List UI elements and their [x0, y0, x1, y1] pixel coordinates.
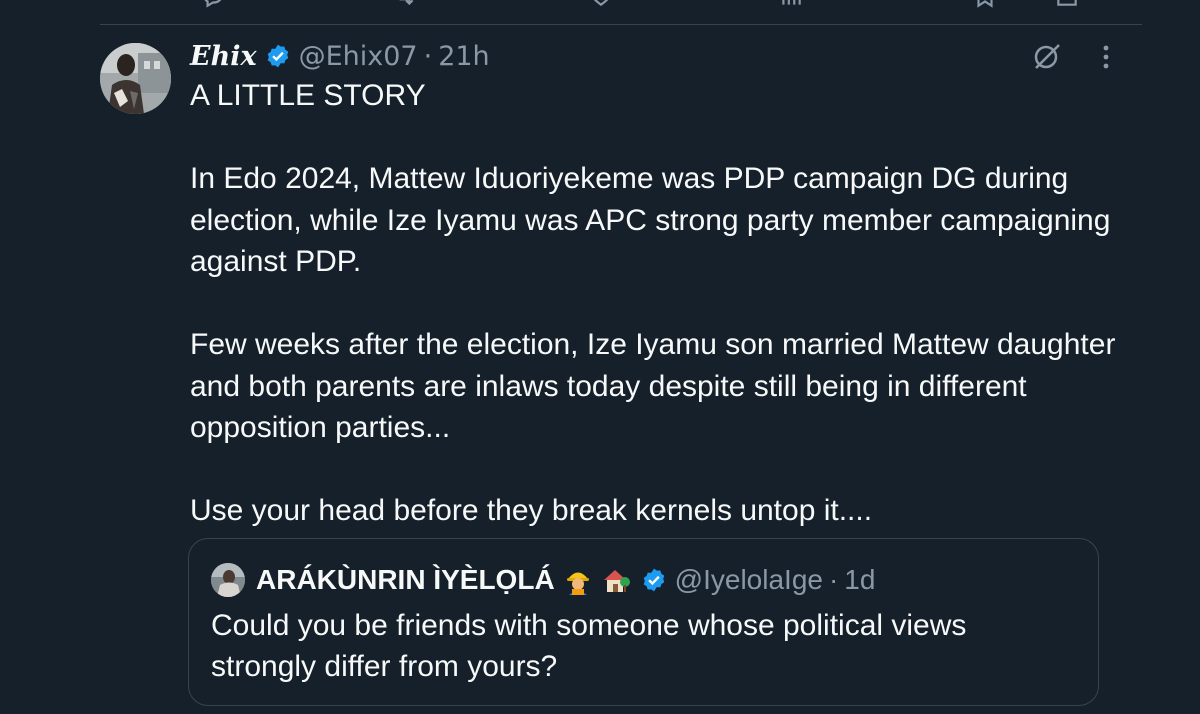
quoted-handle-and-time: @IyelolaIge · 1d: [675, 564, 876, 596]
heart-icon: [593, 0, 609, 6]
timestamp[interactable]: 21h: [438, 41, 489, 72]
tweet-text: A LITTLE STORY In Edo 2024, Mattew Iduor…: [190, 75, 1140, 532]
reply-icon: [204, 0, 222, 8]
like-button[interactable]: [588, 0, 614, 6]
repost-icon: [399, 0, 414, 6]
tweet-paragraph: In Edo 2024, Mattew Iduoriyekeme was PDP…: [190, 162, 1111, 278]
share-button[interactable]: [1054, 0, 1080, 6]
previous-tweet-action-bar: [0, 0, 1200, 24]
views-icon: [782, 0, 801, 5]
quoted-avatar: [211, 563, 245, 597]
separator-dot: ·: [828, 564, 839, 595]
quoted-tweet-card[interactable]: ARÁKÙNRIN ÌYÈLỌLÁ @IyelolaIge · 1d Could…: [188, 538, 1099, 706]
reply-button[interactable]: [200, 0, 226, 8]
verified-badge-icon: [643, 568, 664, 592]
handle[interactable]: @Ehix07: [299, 41, 418, 72]
views-button[interactable]: [778, 0, 804, 6]
quoted-tweet-text: Could you be friends with someone whose …: [211, 609, 967, 683]
tweet-paragraph: A LITTLE STORY: [190, 79, 426, 112]
display-name[interactable]: Ehix: [190, 41, 257, 72]
grok-icon[interactable]: [1031, 40, 1063, 72]
construction-worker-emoji: [566, 572, 589, 595]
avatar[interactable]: [100, 43, 171, 114]
house-with-garden-emoji: [603, 570, 630, 592]
quoted-handle: @IyelolaIge: [674, 564, 823, 595]
quoted-avatar-photo: [211, 563, 245, 597]
quoted-display-name: ARÁKÙNRIN ÌYÈLỌLÁ: [256, 564, 555, 595]
quoted-timestamp: 1d: [844, 564, 876, 595]
tweet-divider: [100, 24, 1142, 25]
repost-button[interactable]: [392, 0, 418, 6]
separator-dot: ·: [423, 40, 433, 72]
tweet-paragraph: Use your head before they break kernels …: [190, 494, 873, 527]
more-options-icon[interactable]: [1094, 42, 1118, 72]
avatar-photo: [100, 43, 171, 114]
handle-and-time: @Ehix07 · 21h: [299, 41, 490, 72]
tweet-paragraph: Few weeks after the election, Ize Iyamu …: [190, 328, 1116, 444]
bookmark-button[interactable]: [972, 0, 998, 8]
bookmark-icon: [977, 0, 993, 8]
share-icon: [1057, 0, 1077, 6]
quoted-tweet-header: ARÁKÙNRIN ÌYÈLỌLÁ @IyelolaIge · 1d: [211, 561, 875, 599]
verified-badge-icon[interactable]: [265, 43, 291, 69]
tweet-header: Ehix @Ehix07 · 21h: [190, 36, 490, 76]
timeline: Ehix @Ehix07 · 21h A LITTLE STORY In Edo 2…: [0, 0, 1200, 714]
